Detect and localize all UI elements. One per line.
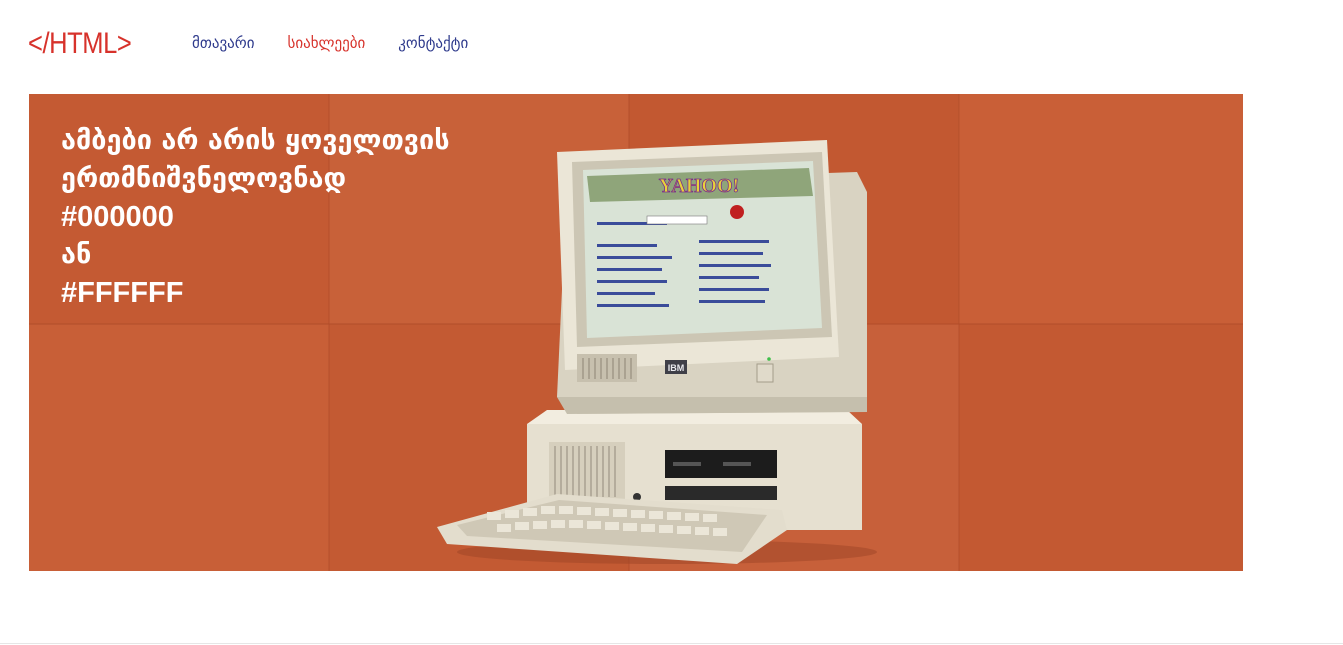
ibm-logo: IBM — [668, 363, 685, 373]
headline-line-4: ან — [61, 239, 92, 270]
footer-divider — [0, 643, 1343, 644]
nav-link-contact[interactable]: კონტაქტი — [398, 33, 468, 53]
headline-line-5: #FFFFFF — [61, 277, 184, 309]
hero-headline: ამბები არ არის ყოველთვის ერთმნიშვნელოვნა… — [61, 122, 450, 312]
headline-line-1: ამბები არ არის ყოველთვის — [61, 125, 450, 156]
retro-computer-illustration: YAHOO! IBM — [437, 140, 877, 564]
yahoo-logo: YAHOO! — [659, 175, 739, 197]
headline-line-2: ერთმნიშვნელოვნად — [61, 163, 346, 194]
hero-banner[interactable]: ამბები არ არის ყოველთვის ერთმნიშვნელოვნა… — [29, 94, 1243, 571]
nav-link-home[interactable]: მთავარი — [192, 33, 254, 53]
nav-link-news[interactable]: სიახლეები — [287, 33, 365, 53]
main-nav: მთავარი სიახლეები კონტაქტი — [192, 33, 501, 53]
headline-line-3: #000000 — [61, 201, 174, 233]
page: </HTML> მთავარი სიახლეები კონტაქტი ამბებ… — [0, 0, 1343, 645]
site-logo[interactable]: </HTML> — [28, 24, 132, 64]
